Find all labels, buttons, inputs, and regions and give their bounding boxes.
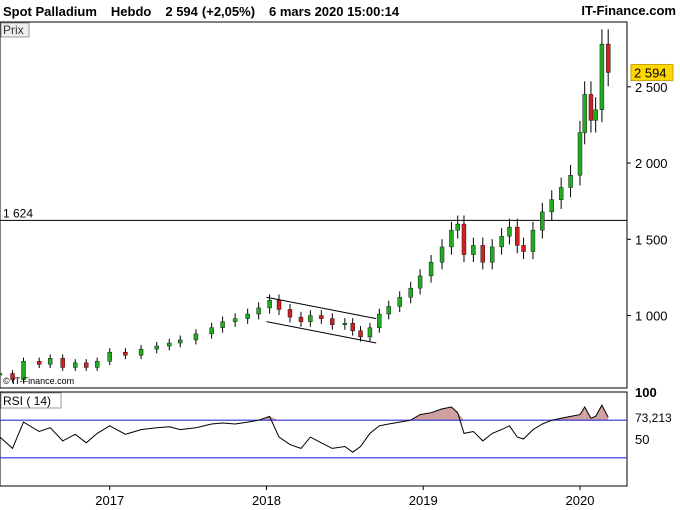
candle	[577, 132, 583, 176]
y-tick-label: 1 500	[635, 232, 668, 247]
candle	[461, 223, 467, 255]
candle	[298, 316, 304, 322]
candle	[209, 327, 214, 335]
candle	[540, 211, 545, 231]
candle	[60, 358, 65, 368]
candle	[107, 351, 112, 362]
rsi-last-value: 73,213	[635, 411, 672, 425]
candle	[507, 226, 512, 237]
candle	[245, 313, 250, 319]
candle	[232, 318, 238, 322]
candle	[499, 236, 504, 248]
candle	[377, 313, 382, 328]
candle	[455, 223, 460, 231]
candle	[167, 342, 172, 347]
candle	[588, 94, 594, 121]
candle	[358, 330, 363, 338]
candle	[386, 306, 391, 315]
rsi-line	[0, 404, 609, 453]
y-tick-label: 2 000	[635, 156, 668, 171]
x-tick-label: 2020	[566, 493, 595, 508]
candle	[599, 43, 605, 110]
candle	[471, 245, 476, 255]
candle	[568, 175, 573, 188]
candle	[154, 345, 159, 350]
candle	[84, 362, 89, 368]
price-panel-label: Prix	[3, 23, 24, 37]
candle	[308, 315, 313, 322]
candle	[449, 229, 454, 248]
candle	[439, 246, 445, 263]
candle	[350, 322, 355, 332]
candle	[178, 339, 183, 344]
rsi-y-tick-label: 50	[635, 432, 649, 447]
candle	[582, 94, 587, 133]
candle	[530, 229, 536, 252]
y-tick-label: 2 500	[635, 80, 668, 95]
candle	[428, 261, 434, 277]
rsi-panel-label: RSI ( 14)	[3, 394, 51, 408]
candle	[593, 109, 598, 121]
support-line-label: 1 624	[3, 206, 33, 220]
chart-canvas: Prix 1 624 © IT-Finance.com RSI ( 14) 2 50…	[0, 21, 674, 508]
price-plot: Prix 1 624 © IT-Finance.com	[0, 22, 627, 386]
x-tick-label: 2019	[409, 493, 438, 508]
candle	[36, 361, 42, 365]
last-price-label: 2 594	[634, 65, 667, 80]
candle	[193, 333, 199, 341]
candle	[267, 300, 272, 309]
candle	[123, 351, 128, 356]
y-tick-label: 1 000	[635, 309, 668, 324]
candle	[521, 245, 526, 252]
candle	[138, 348, 144, 356]
candle	[408, 287, 413, 298]
candle	[276, 300, 282, 310]
candle	[605, 43, 611, 73]
candle	[342, 322, 348, 325]
candle	[558, 187, 564, 200]
watermark: © IT-Finance.com	[3, 376, 74, 386]
price-panel-frame	[0, 21, 628, 389]
candle	[480, 245, 485, 263]
rsi-overbought-fill	[451, 407, 458, 421]
candle	[94, 361, 100, 368]
rsi-plot: RSI ( 14)	[0, 392, 627, 459]
candle	[287, 309, 293, 318]
candle	[397, 297, 402, 307]
x-tick-label: 2018	[252, 493, 281, 508]
candle	[330, 318, 335, 325]
x-tick-label: 2017	[95, 493, 124, 508]
candle	[515, 226, 520, 246]
candle	[73, 362, 78, 368]
candle	[0, 373, 3, 376]
candle	[417, 275, 423, 289]
candle	[47, 358, 53, 365]
candle	[256, 307, 261, 315]
candle	[319, 315, 324, 319]
candle	[367, 327, 373, 338]
candle	[220, 321, 225, 328]
rsi-y-tick-label: 100	[635, 385, 657, 400]
candle	[489, 246, 495, 263]
candle	[549, 199, 554, 213]
